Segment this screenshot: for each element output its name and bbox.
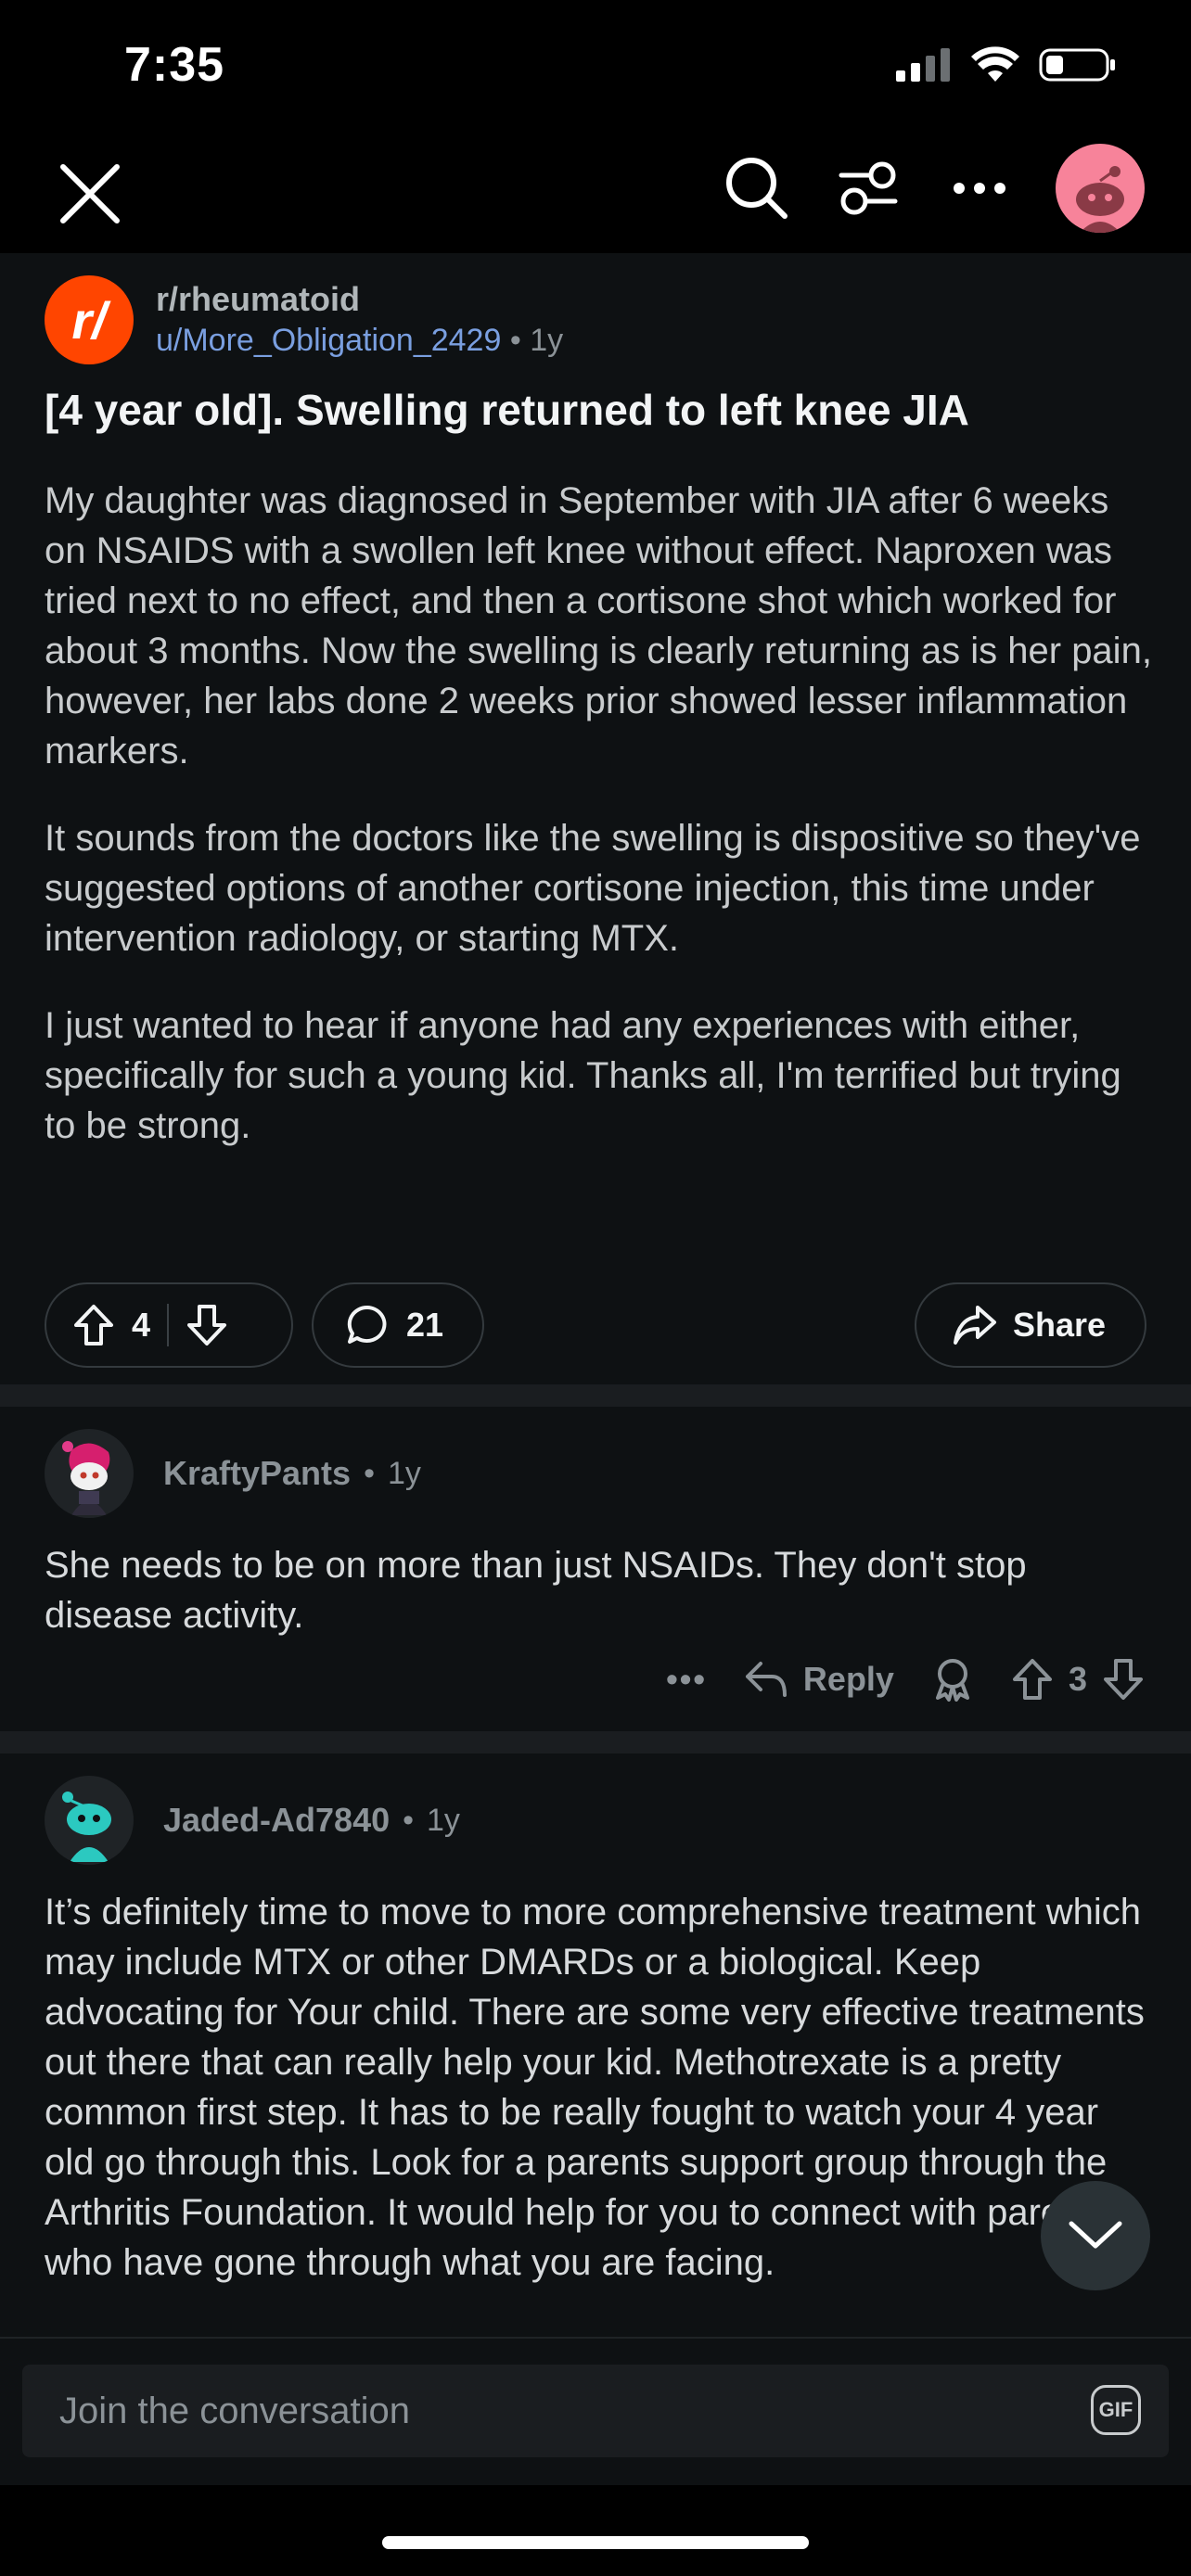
award-button[interactable] [931, 1657, 974, 1702]
vote-count: 4 [132, 1306, 151, 1344]
comment: Jaded-Ad7840 • 1y It’s definitely time t… [0, 1753, 1191, 2337]
user-avatar[interactable] [1056, 144, 1145, 233]
post-age: 1y [530, 323, 564, 358]
share-button[interactable]: Share [915, 1282, 1146, 1368]
more-button[interactable] [941, 149, 1018, 227]
cellular-signal-icon [896, 48, 950, 82]
comment-username[interactable]: Jaded-Ad7840 [163, 1801, 390, 1840]
status-bar: 7:35 [0, 0, 1191, 134]
author-line: u/More_Obligation_2429 • 1y [156, 320, 563, 361]
more-icon [954, 183, 1005, 194]
comment-more-button[interactable]: ••• [666, 1660, 707, 1699]
post-body: My daughter was diagnosed in September w… [45, 476, 1158, 1188]
downvote-icon [187, 1305, 227, 1345]
comment-username[interactable]: KraftyPants [163, 1454, 351, 1493]
snoo-avatar-icon [62, 1792, 111, 1862]
battery-icon [1039, 48, 1115, 82]
status-time: 7:35 [124, 38, 225, 92]
home-indicator[interactable] [382, 2536, 809, 2549]
comments-button[interactable]: 21 [312, 1282, 484, 1368]
filter-button[interactable] [829, 149, 907, 227]
comment-input-placeholder: Join the conversation [59, 2391, 411, 2431]
snoo-avatar-icon [62, 1441, 110, 1515]
section-divider [0, 1384, 1191, 1407]
commenter-avatar[interactable] [45, 1776, 134, 1865]
subreddit-icon[interactable]: r/ [45, 275, 134, 364]
post-header: r/ r/rheumatoid u/More_Obligation_2429 •… [45, 275, 563, 364]
compose-bar: Join the conversation GIF [0, 2337, 1191, 2487]
post-meta: r/rheumatoid u/More_Obligation_2429 • 1y [156, 279, 563, 361]
post-actions: 4 21 Share [45, 1282, 1146, 1371]
gif-button[interactable]: GIF [1091, 2385, 1141, 2435]
comment: KraftyPants • 1y She needs to be on more… [0, 1407, 1191, 1731]
reply-label: Reply [802, 1660, 894, 1698]
post-paragraph: It sounds from the doctors like the swel… [45, 818, 1141, 959]
comment-actions: ••• Reply 3 [629, 1657, 1145, 1702]
vote-pill: 4 [45, 1282, 293, 1368]
comment-body: It’s definitely time to move to more com… [45, 1892, 1145, 2283]
subreddit-name[interactable]: r/rheumatoid [156, 279, 563, 320]
snoo-avatar-icon [1076, 166, 1124, 233]
comment-count: 21 [406, 1306, 444, 1344]
comment-icon [347, 1305, 387, 1344]
scroll-down-button[interactable] [1041, 2181, 1150, 2290]
home-indicator-area [0, 2485, 1191, 2576]
section-divider [0, 1731, 1191, 1753]
share-icon [954, 1306, 996, 1345]
nav-actions [718, 144, 1145, 233]
downvote-icon[interactable] [1102, 1657, 1145, 1702]
reply-button[interactable]: Reply [744, 1660, 894, 1699]
chevron-down-icon [1069, 2221, 1122, 2249]
commenter-avatar[interactable] [45, 1429, 134, 1518]
reply-icon [745, 1662, 787, 1697]
wifi-icon [971, 46, 1019, 82]
comment-age: 1y [387, 1455, 421, 1491]
post-paragraph: I just wanted to hear if anyone had any … [45, 1005, 1121, 1146]
comment-header: Jaded-Ad7840 • 1y [45, 1776, 460, 1865]
post: r/ r/rheumatoid u/More_Obligation_2429 •… [0, 253, 1191, 1384]
share-label: Share [1013, 1306, 1107, 1344]
search-button[interactable] [718, 149, 796, 227]
comment-header: KraftyPants • 1y [45, 1429, 421, 1518]
meta-separator: • [364, 1455, 375, 1491]
vote-separator [167, 1304, 170, 1346]
upvote-button[interactable] [72, 1303, 115, 1347]
award-icon [935, 1659, 969, 1702]
sort-filter-icon [839, 161, 898, 215]
comment-age: 1y [427, 1802, 460, 1838]
status-icons [896, 46, 1117, 83]
comment-vote-count: 3 [1068, 1660, 1087, 1698]
upvote-icon [74, 1305, 113, 1345]
upvote-icon[interactable] [1011, 1657, 1054, 1702]
post-title: [4 year old]. Swelling returned to left … [45, 386, 969, 434]
comment-body: She needs to be on more than just NSAIDs… [45, 1545, 1027, 1636]
comment-input[interactable]: Join the conversation GIF [22, 2365, 1169, 2457]
post-paragraph: My daughter was diagnosed in September w… [45, 480, 1152, 772]
meta-separator: • [403, 1802, 415, 1838]
search-icon [726, 158, 788, 219]
meta-separator: • [509, 323, 521, 358]
comment-vote-group: 3 [1011, 1657, 1145, 1702]
close-icon[interactable] [54, 158, 126, 230]
downvote-button[interactable] [186, 1303, 228, 1347]
author-link[interactable]: u/More_Obligation_2429 [156, 323, 501, 358]
top-nav-bar [0, 134, 1191, 253]
